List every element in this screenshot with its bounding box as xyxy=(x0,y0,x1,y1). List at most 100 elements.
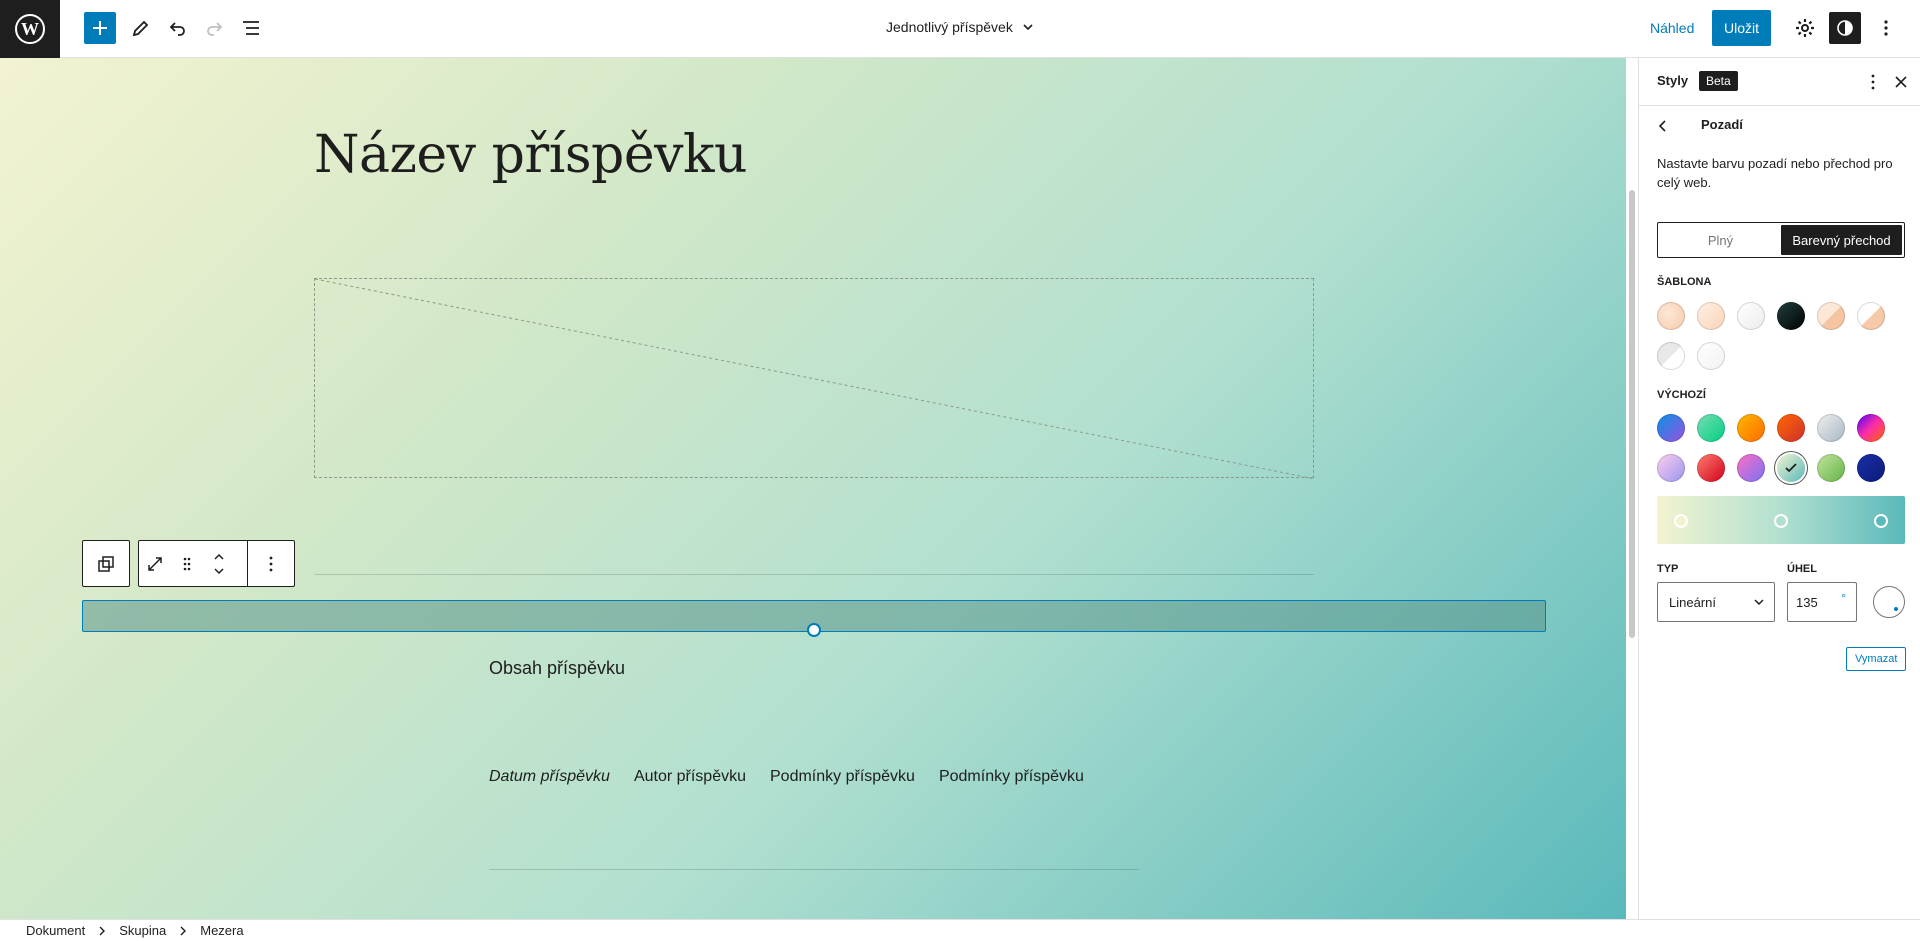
block-options-button[interactable] xyxy=(248,541,294,586)
clear-button[interactable]: Vymazat xyxy=(1846,647,1907,671)
gradient-stop-handle[interactable] xyxy=(1674,514,1688,528)
vertical-ellipsis-icon xyxy=(1884,20,1888,36)
separator xyxy=(314,574,1314,575)
options-menu-button[interactable] xyxy=(1870,12,1902,44)
block-switcher-group xyxy=(82,540,130,587)
sidebar-title: Styly xyxy=(1657,73,1689,88)
parent-block-button[interactable] xyxy=(83,541,129,586)
gradient-editor-bar[interactable] xyxy=(1657,496,1905,544)
breadcrumb-item[interactable]: Skupina xyxy=(119,923,166,938)
block-breadcrumb: Dokument Skupina Mezera xyxy=(0,919,1920,941)
separator xyxy=(489,869,1139,870)
default-swatches xyxy=(1657,414,1885,482)
styles-button[interactable] xyxy=(1829,12,1861,44)
type-label: Typ xyxy=(1657,563,1679,575)
spacer-resize-handle[interactable] xyxy=(807,623,821,637)
redo-button[interactable] xyxy=(198,12,230,44)
gradient-swatch[interactable] xyxy=(1817,454,1845,482)
gradient-type-select[interactable]: Lineární xyxy=(1657,582,1775,622)
gradient-swatch[interactable] xyxy=(1857,454,1885,482)
template-swatches xyxy=(1657,302,1885,370)
gradient-swatch[interactable] xyxy=(1657,342,1685,370)
gear-icon xyxy=(1796,19,1814,37)
move-up-down-button[interactable] xyxy=(203,541,235,586)
gradient-swatch[interactable] xyxy=(1697,302,1725,330)
resize-button[interactable] xyxy=(139,541,171,586)
placeholder-diagonal xyxy=(315,279,1315,479)
gradient-swatch[interactable] xyxy=(1777,454,1805,482)
block-tools-group xyxy=(138,540,295,587)
gradient-swatch[interactable] xyxy=(1657,302,1685,330)
color-type-toggle: Plný Barevný přechod xyxy=(1657,222,1905,258)
half-circle-contrast-icon xyxy=(1837,20,1853,36)
gradient-stop-handle[interactable] xyxy=(1874,514,1888,528)
default-section-label: Výchozí xyxy=(1657,389,1706,401)
angle-input[interactable]: 135 ° xyxy=(1787,582,1857,622)
gradient-swatch[interactable] xyxy=(1657,454,1685,482)
editor-header: W Jednotlivý příspěvek Náhled Uložit xyxy=(0,0,1920,58)
wordpress-logo-icon[interactable]: W xyxy=(0,0,60,58)
panel-title: Pozadí xyxy=(1701,117,1743,132)
panel-nav: Pozadí xyxy=(1639,106,1920,146)
gradient-swatch[interactable] xyxy=(1817,414,1845,442)
tab-gradient[interactable]: Barevný přechod xyxy=(1781,225,1902,255)
undo-icon xyxy=(169,22,185,36)
gradient-swatch[interactable] xyxy=(1697,454,1725,482)
gradient-swatch[interactable] xyxy=(1817,302,1845,330)
gradient-type-value: Lineární xyxy=(1669,594,1716,610)
sidebar-options-button[interactable] xyxy=(1861,70,1885,94)
settings-button[interactable] xyxy=(1789,12,1821,44)
template-section-label: Šablona xyxy=(1657,276,1712,288)
list-view-button[interactable] xyxy=(235,12,267,44)
post-title[interactable]: Název příspěvku xyxy=(314,125,747,185)
panel-description: Nastavte barvu pozadí nebo přechod pro c… xyxy=(1657,156,1893,190)
angle-label: Úhel xyxy=(1787,563,1817,575)
drag-handle-icon xyxy=(183,557,191,570)
gradient-swatch[interactable] xyxy=(1857,302,1885,330)
chevron-down-icon xyxy=(1023,24,1033,31)
pencil-icon xyxy=(132,20,149,37)
gradient-swatch[interactable] xyxy=(1737,454,1765,482)
gradient-swatch[interactable] xyxy=(1737,302,1765,330)
editor-canvas[interactable]: Název příspěvku Obsah příspěvku Datum př… xyxy=(0,58,1626,919)
featured-image-placeholder[interactable] xyxy=(314,278,1315,479)
close-sidebar-button[interactable] xyxy=(1889,70,1913,94)
gradient-swatch[interactable] xyxy=(1697,414,1725,442)
tools-button[interactable] xyxy=(125,12,157,44)
gradient-stop-handle[interactable] xyxy=(1774,514,1788,528)
preview-button[interactable]: Náhled xyxy=(1644,10,1700,46)
breadcrumb-item[interactable]: Mezera xyxy=(200,923,243,938)
document-title: Jednotlivý příspěvek xyxy=(886,19,1013,35)
canvas-scrollbar-thumb[interactable] xyxy=(1629,190,1635,638)
add-block-button[interactable] xyxy=(84,12,116,44)
gradient-swatch[interactable] xyxy=(1737,414,1765,442)
expand-arrows-icon xyxy=(148,556,162,571)
chevron-right-icon xyxy=(178,926,188,936)
sidebar-header: Styly Beta xyxy=(1639,58,1920,106)
gradient-swatch[interactable] xyxy=(1777,414,1805,442)
chevron-up-down-icon xyxy=(214,553,224,574)
block-toolbar xyxy=(82,540,295,587)
beta-badge: Beta xyxy=(1699,71,1738,91)
undo-button[interactable] xyxy=(162,12,194,44)
gradient-swatch[interactable] xyxy=(1777,302,1805,330)
document-title-dropdown[interactable]: Jednotlivý příspěvek xyxy=(886,19,1035,35)
back-button[interactable] xyxy=(1651,114,1675,138)
gradient-swatch[interactable] xyxy=(1657,414,1685,442)
styles-sidebar: Styly Beta Pozadí Nastavte barvu pozadí … xyxy=(1638,58,1920,919)
drag-handle[interactable] xyxy=(171,541,203,586)
post-date[interactable]: Datum příspěvku xyxy=(489,768,610,786)
vertical-ellipsis-icon xyxy=(1871,74,1875,90)
gradient-swatch[interactable] xyxy=(1697,342,1725,370)
tab-solid[interactable]: Plný xyxy=(1660,225,1781,255)
angle-indicator xyxy=(1894,607,1898,611)
save-button[interactable]: Uložit xyxy=(1712,10,1772,46)
post-author[interactable]: Autor příspěvku xyxy=(634,768,746,786)
post-content[interactable]: Obsah příspěvku xyxy=(489,658,625,679)
angle-picker-dial[interactable] xyxy=(1873,586,1905,618)
post-terms[interactable]: Podmínky příspěvku xyxy=(770,768,915,786)
vertical-ellipsis-icon xyxy=(269,556,273,571)
gradient-swatch[interactable] xyxy=(1857,414,1885,442)
post-terms[interactable]: Podmínky příspěvku xyxy=(939,768,1084,786)
breadcrumb-item[interactable]: Dokument xyxy=(26,923,85,938)
